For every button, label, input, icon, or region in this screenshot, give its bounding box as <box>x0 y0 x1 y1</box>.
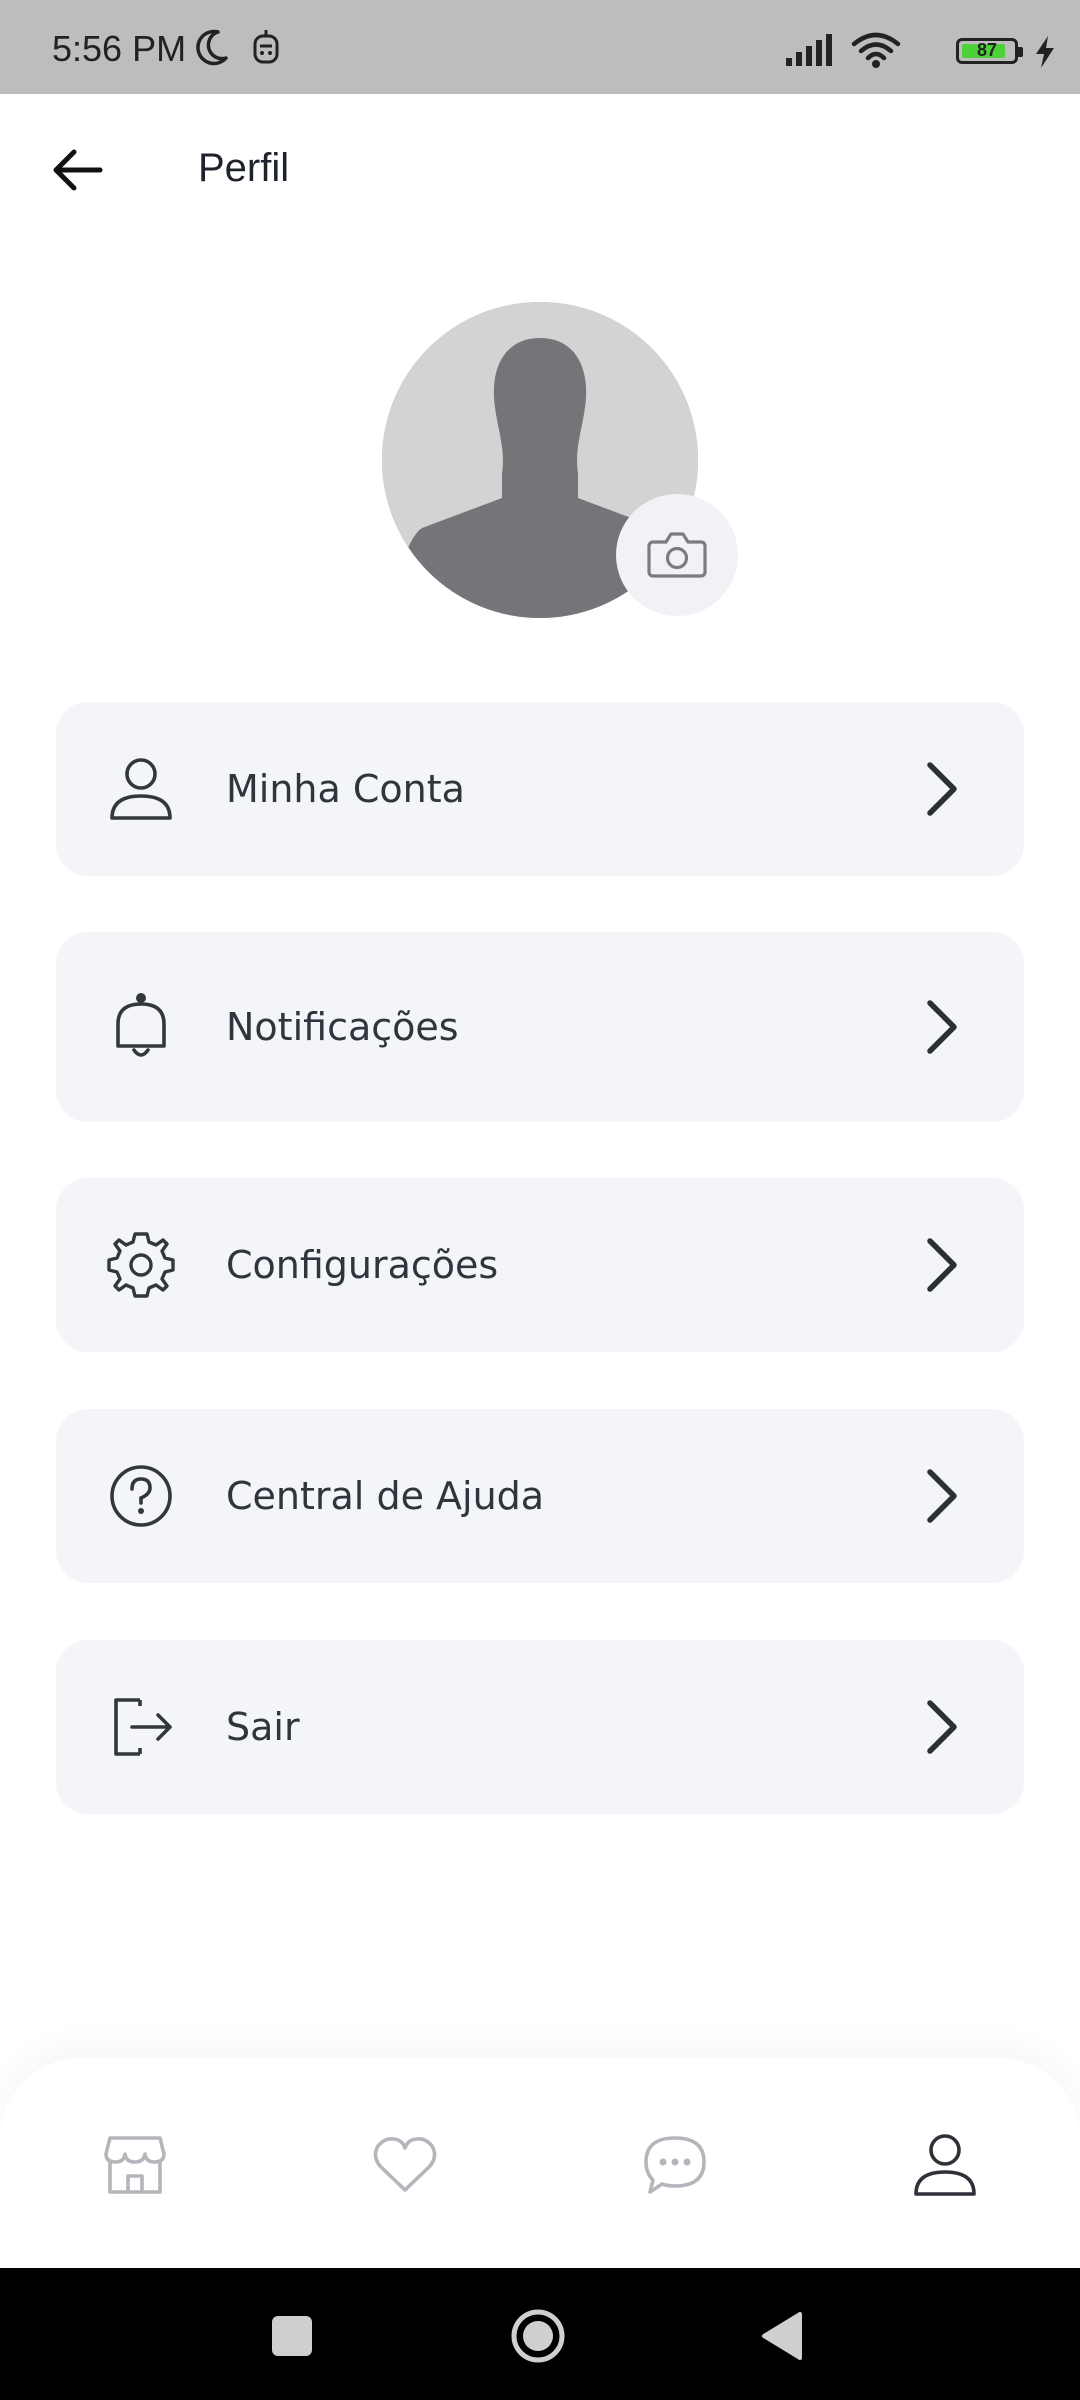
back-nav-button[interactable] <box>756 2308 812 2364</box>
menu-item-configuracoes[interactable]: Configurações <box>56 1178 1024 1352</box>
wifi-icon <box>851 32 901 68</box>
menu-label: Notificações <box>226 1005 459 1049</box>
heart-icon <box>373 2137 437 2192</box>
nav-store[interactable] <box>100 2130 170 2200</box>
signal-icon <box>786 34 832 66</box>
battery-icon: 87 <box>956 38 1023 64</box>
nav-profile[interactable] <box>910 2130 980 2200</box>
menu-label: Sair <box>226 1705 300 1749</box>
menu-label: Central de Ajuda <box>226 1474 545 1518</box>
chevron-right-icon <box>927 1000 957 1054</box>
chevron-right-icon <box>927 762 957 816</box>
menu-item-central-de-ajuda[interactable]: Central de Ajuda <box>56 1409 1024 1583</box>
back-button[interactable] <box>46 142 110 198</box>
battery-level-text: 87 <box>976 40 998 60</box>
menu-item-sair[interactable]: Sair <box>56 1640 1024 1814</box>
gear-icon <box>107 1232 175 1298</box>
bell-icon <box>116 993 166 1057</box>
logout-icon <box>114 1698 172 1756</box>
moon-icon <box>196 29 228 66</box>
system-nav-bar <box>0 2268 1080 2400</box>
help-icon <box>110 1465 172 1527</box>
home-icon <box>511 2309 565 2363</box>
chevron-right-icon <box>927 1238 957 1292</box>
charging-icon <box>1036 36 1054 68</box>
menu-label: Configurações <box>226 1243 499 1287</box>
home-button[interactable] <box>510 2308 566 2364</box>
chevron-right-icon <box>927 1469 957 1523</box>
header: Perfil <box>0 94 1080 244</box>
chevron-right-icon <box>927 1700 957 1754</box>
back-icon <box>762 2312 802 2360</box>
nav-chat[interactable] <box>640 2130 710 2200</box>
menu-item-notificacoes[interactable]: Notificações <box>56 932 1024 1122</box>
camera-icon <box>647 532 707 578</box>
chat-icon <box>644 2136 706 2194</box>
recent-apps-icon <box>272 2316 312 2356</box>
page-title: Perfil <box>198 146 290 190</box>
nav-favorites[interactable] <box>370 2130 440 2200</box>
store-icon <box>104 2136 166 2194</box>
recent-apps-button[interactable] <box>264 2308 320 2364</box>
status-bar: 5:56 PM 87 <box>0 0 1080 94</box>
bottom-nav <box>0 2058 1080 2268</box>
notification-icon <box>253 30 279 64</box>
menu-item-minha-conta[interactable]: Minha Conta <box>56 702 1024 876</box>
user-icon <box>110 758 172 820</box>
user-icon <box>914 2134 976 2196</box>
change-photo-button[interactable] <box>616 494 738 616</box>
menu-label: Minha Conta <box>226 767 465 811</box>
arrow-left-icon <box>53 149 103 191</box>
status-time: 5:56 PM <box>52 28 187 69</box>
